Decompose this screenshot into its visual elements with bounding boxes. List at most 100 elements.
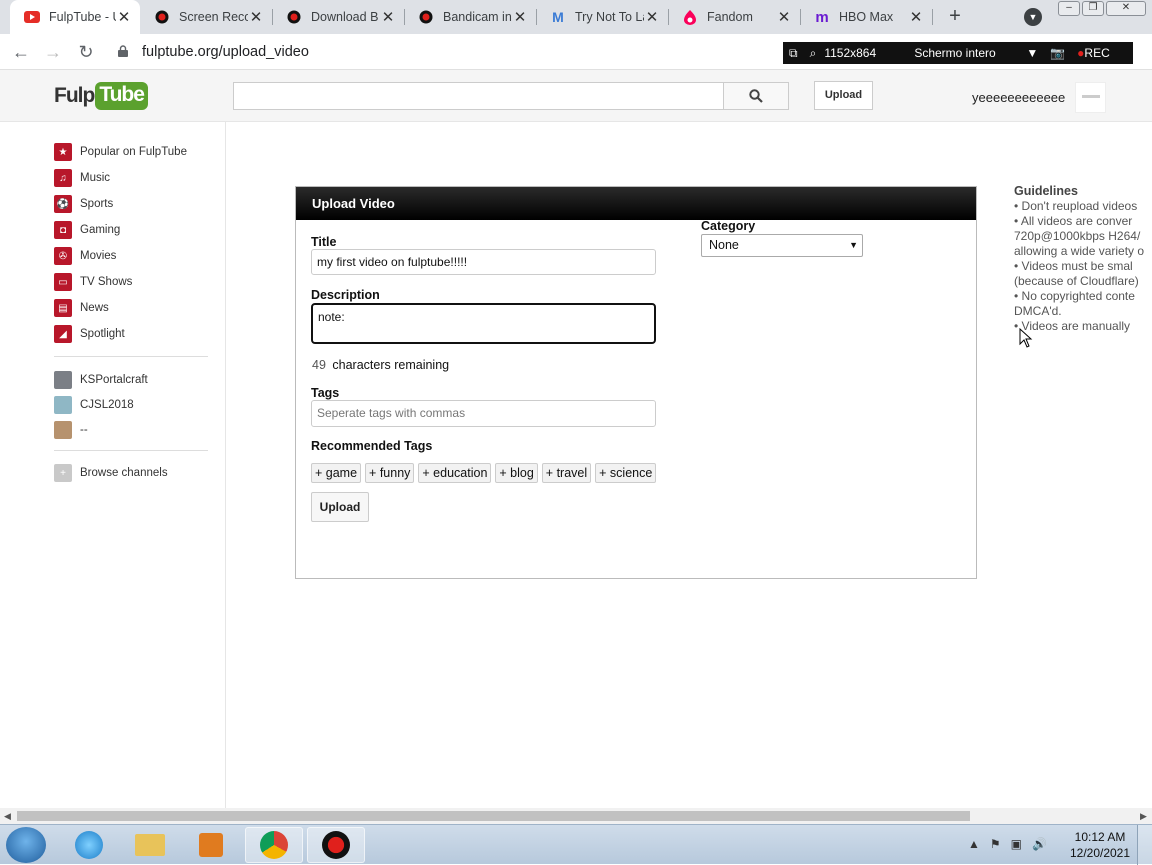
tag-button-education[interactable]: + education: [418, 463, 492, 483]
bandicam-bar: ⧉ ⌕ 1152x864 Schermo intero ▼ 📷 ●REC: [783, 42, 1133, 64]
tab-try-not-to-laugh[interactable]: M Try Not To La ✕: [536, 0, 668, 34]
upload-submit-button[interactable]: Upload: [311, 492, 369, 522]
forward-icon[interactable]: →: [42, 41, 64, 63]
back-icon[interactable]: ←: [10, 41, 32, 63]
sidebar-item-label: Music: [80, 172, 111, 184]
title-input[interactable]: my first video on fulptube!!!!!: [311, 249, 656, 275]
tray-expand-icon[interactable]: ▲: [968, 837, 980, 851]
close-tab-icon[interactable]: ✕: [644, 8, 660, 26]
header-upload-button[interactable]: Upload: [814, 81, 873, 110]
clock-time: 10:12 AM: [1074, 830, 1126, 844]
category-select[interactable]: None ▼: [701, 234, 863, 257]
search-input[interactable]: [233, 82, 724, 110]
sidebar-item-label: Browse channels: [80, 467, 168, 479]
window-mode-icon[interactable]: ⧉: [783, 46, 804, 61]
tab-fandom[interactable]: Fandom ✕: [668, 0, 800, 34]
internet-explorer-icon[interactable]: [60, 827, 118, 863]
network-icon[interactable]: ▣: [1011, 837, 1022, 851]
scrollbar-thumb[interactable]: [17, 811, 970, 821]
sidebar-item-label: CJSL2018: [80, 399, 134, 411]
guideline-line: • Videos are manually: [1014, 319, 1131, 333]
tab-download[interactable]: Download B ✕: [272, 0, 404, 34]
recording-resolution: 1152x864: [824, 46, 877, 60]
horizontal-scrollbar[interactable]: ◀ ▶: [0, 808, 1152, 824]
camera-icon[interactable]: 📷: [1044, 46, 1071, 60]
reload-icon[interactable]: ↻: [75, 41, 97, 63]
sidebar-item-spotlight[interactable]: ◢ Spotlight: [54, 324, 125, 344]
dropdown-arrow-icon[interactable]: ▼: [1020, 46, 1044, 60]
sidebar-item-sports[interactable]: ⚽ Sports: [54, 194, 113, 214]
sidebar-item-music[interactable]: ♫ Music: [54, 168, 110, 188]
chrome-icon[interactable]: [245, 827, 303, 863]
tag-button-blog[interactable]: + blog: [495, 463, 538, 483]
guideline-line: • Don't reupload videos: [1014, 199, 1138, 213]
sidebar-divider: [54, 450, 208, 451]
file-explorer-icon[interactable]: [121, 827, 179, 863]
minimize-icon[interactable]: –: [1058, 1, 1080, 16]
close-tab-icon[interactable]: ✕: [380, 8, 396, 26]
new-tab-button[interactable]: +: [944, 5, 966, 27]
sidebar-item-gaming[interactable]: ◘ Gaming: [54, 220, 120, 240]
restore-icon[interactable]: ❐: [1082, 1, 1104, 16]
m-icon: M: [552, 9, 564, 25]
recording-mode[interactable]: Schermo intero: [908, 46, 1020, 60]
lock-icon: [118, 45, 128, 57]
sidebar-item-news[interactable]: ▤ News: [54, 298, 109, 318]
media-player-icon[interactable]: [182, 827, 240, 863]
channel-avatar-icon: [54, 421, 72, 439]
sidebar-channel-ksportalcraft[interactable]: KSPortalcraft: [54, 370, 148, 390]
sidebar-item-popular[interactable]: ★ Popular on FulpTube: [54, 142, 187, 162]
close-tab-icon[interactable]: ✕: [908, 8, 924, 26]
tag-button-funny[interactable]: + funny: [365, 463, 415, 483]
sidebar-item-browse-channels[interactable]: + Browse channels: [54, 463, 168, 483]
sidebar-item-label: TV Shows: [80, 276, 133, 288]
tab-search-icon[interactable]: ▼: [1024, 8, 1042, 26]
tags-input[interactable]: Seperate tags with commas: [311, 400, 656, 427]
rec-indicator[interactable]: ●REC: [1071, 46, 1116, 60]
close-tab-icon[interactable]: ✕: [776, 8, 792, 26]
tab-hbo-max[interactable]: m HBO Max ✕: [800, 0, 932, 34]
sidebar-item-movies[interactable]: ✇ Movies: [54, 246, 116, 266]
description-textarea[interactable]: note:: [311, 303, 656, 344]
guideline-line: • Videos must be smal: [1014, 259, 1133, 273]
tab-title: HBO Max: [839, 10, 894, 24]
tag-button-game[interactable]: + game: [311, 463, 362, 483]
start-button[interactable]: [6, 827, 46, 863]
channel-avatar-icon: [54, 371, 72, 389]
scroll-left-icon[interactable]: ◀: [4, 811, 11, 822]
tab-screen-recorder[interactable]: Screen Reco ✕: [140, 0, 272, 34]
close-tab-icon[interactable]: ✕: [116, 8, 132, 26]
tags-label: Tags: [311, 386, 340, 400]
bandicam-icon[interactable]: [307, 827, 365, 863]
hbo-max-icon: m: [815, 8, 829, 26]
remaining-count: 49: [312, 358, 326, 372]
system-tray: ▲ ⚑ ▣ 🔊: [968, 837, 1047, 851]
scroll-right-icon[interactable]: ▶: [1140, 811, 1147, 822]
fulptube-logo[interactable]: Fulp Tube: [54, 82, 148, 110]
show-desktop-button[interactable]: [1137, 825, 1152, 865]
close-window-icon[interactable]: ✕: [1106, 1, 1146, 16]
sidebar-channel-dashes[interactable]: --: [54, 420, 88, 440]
action-center-icon[interactable]: ⚑: [990, 837, 1001, 851]
sidebar-item-label: Gaming: [80, 224, 121, 236]
close-tab-icon[interactable]: ✕: [512, 8, 528, 26]
tab-title: Download B: [311, 10, 379, 24]
sidebar-channel-cjsl2018[interactable]: CJSL2018: [54, 395, 134, 415]
record-icon: [418, 9, 434, 25]
sidebar-item-label: Popular on FulpTube: [80, 146, 187, 158]
sidebar-item-tv-shows[interactable]: ▭ TV Shows: [54, 272, 132, 292]
tab-fulptube[interactable]: FulpTube - U ✕: [10, 0, 140, 34]
avatar[interactable]: [1075, 82, 1106, 113]
tag-button-science[interactable]: + science: [595, 463, 657, 483]
search-button[interactable]: [723, 82, 789, 110]
record-icon: [286, 9, 302, 25]
tag-button-travel[interactable]: + travel: [541, 463, 592, 483]
username[interactable]: yeeeeeeeeeeee: [972, 90, 1065, 105]
tab-bandicam[interactable]: Bandicam in ✕: [404, 0, 536, 34]
url-bar[interactable]: fulptube.org/upload_video: [142, 44, 309, 60]
clock[interactable]: 10:12 AM 12/20/2021: [1066, 829, 1134, 861]
close-tab-icon[interactable]: ✕: [248, 8, 264, 26]
volume-icon[interactable]: 🔊: [1032, 837, 1047, 851]
upload-panel: Upload Video Title my first video on ful…: [295, 186, 977, 579]
sidebar-item-label: --: [80, 424, 88, 436]
